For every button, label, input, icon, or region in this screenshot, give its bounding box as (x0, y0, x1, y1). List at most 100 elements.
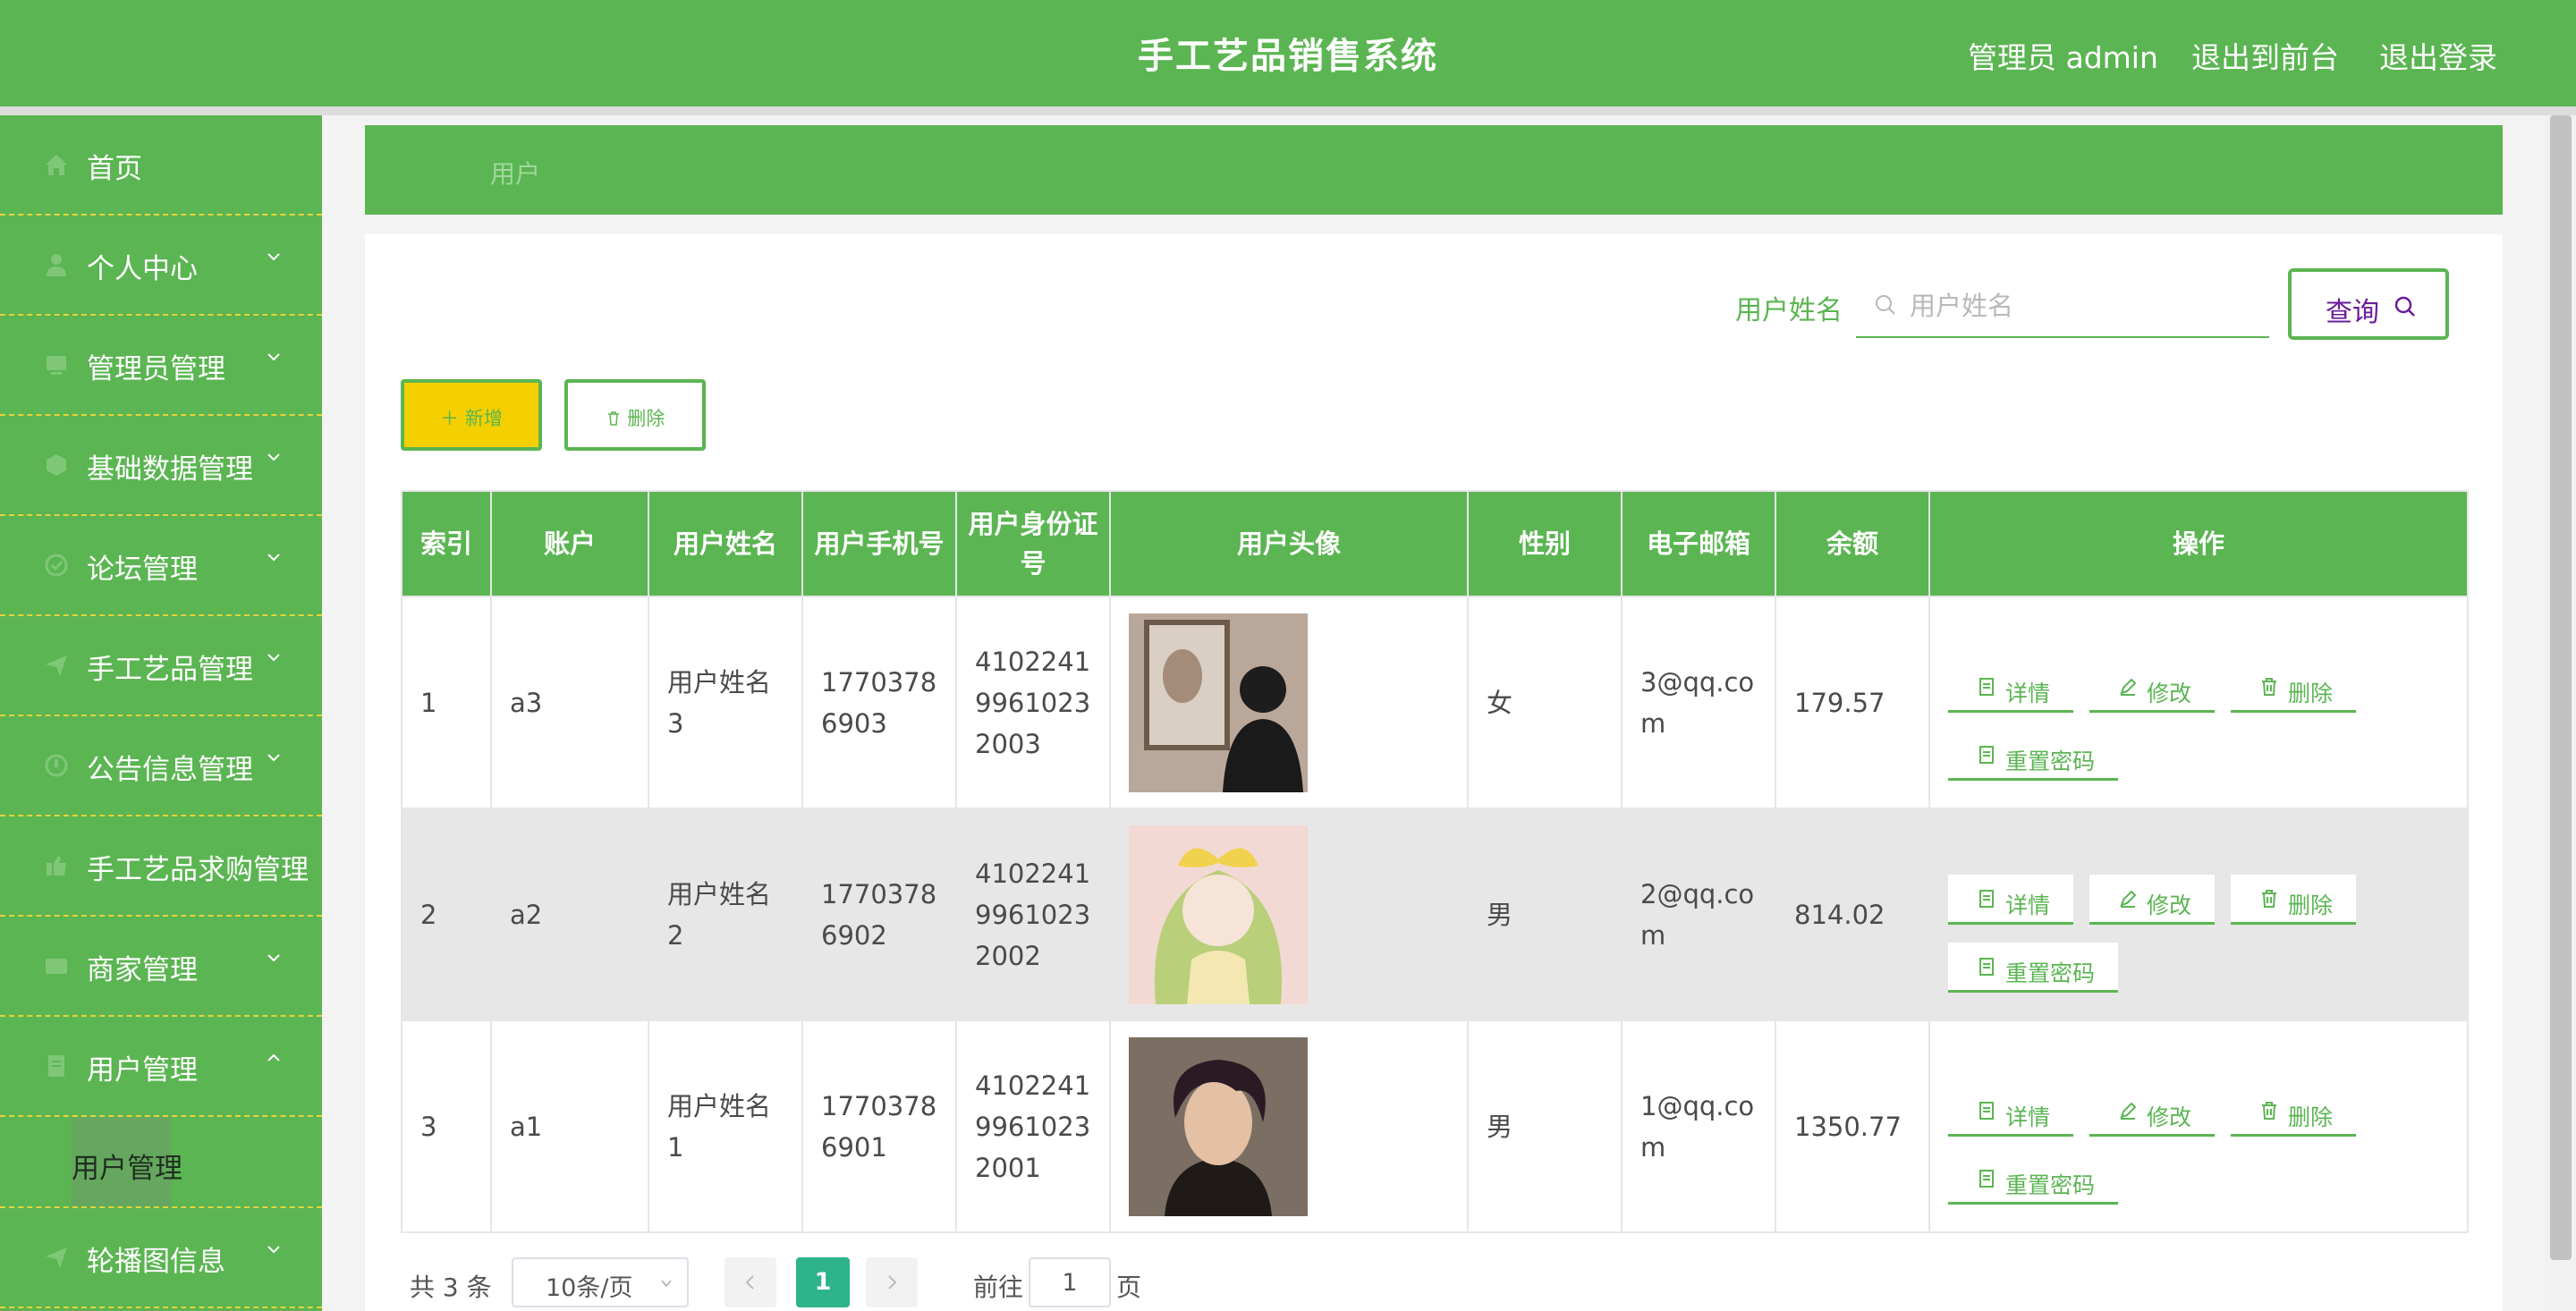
column-header: 用户姓名 (648, 490, 803, 597)
chevron-down-icon (267, 654, 280, 662)
document-icon (1979, 957, 1994, 976)
reset-password-button[interactable]: 重置密码 (1948, 731, 2118, 781)
cell-phone: 17703786902 (801, 808, 957, 1021)
chevron-down-icon (267, 1246, 280, 1254)
column-header: 索引 (401, 490, 492, 597)
chevron-up-icon (267, 1053, 280, 1061)
search-field (1856, 275, 2269, 338)
goto-page-input[interactable] (1029, 1257, 1111, 1307)
breadcrumb: 用户 (365, 125, 2503, 215)
edit-icon (2120, 890, 2137, 908)
cell-email: 3@qq.com (1621, 596, 1776, 809)
edit-icon (2120, 678, 2137, 696)
cell-phone: 17703786901 (801, 1019, 957, 1233)
delete-label: 删除 (2288, 892, 2334, 918)
sidebar-item-user-management[interactable]: 用户管理 (0, 1017, 322, 1117)
add-button-content: ＋ 新增 (404, 404, 538, 431)
user-icon (47, 254, 66, 276)
delete-row-button[interactable]: 删除 (2231, 874, 2356, 925)
delete-row-button[interactable]: 删除 (2231, 663, 2356, 713)
page-size-select[interactable]: 10条/页 (512, 1257, 689, 1307)
notice-icon (45, 754, 68, 777)
logout-link[interactable]: 退出登录 (2379, 34, 2497, 77)
cell-id-card: 410224199610232001 (955, 1019, 1111, 1233)
cell-id-card: 410224199610232002 (955, 808, 1111, 1021)
page-scrollbar-thumb[interactable] (2550, 115, 2572, 1260)
cell-account: a3 (490, 596, 649, 809)
edit-button[interactable]: 修改 (2089, 1087, 2215, 1137)
row-actions: 详情 修改 删除 重置密码 (1948, 627, 2449, 781)
submenu-user-management: 用户管理 (0, 1117, 322, 1208)
edit-button[interactable]: 修改 (2089, 663, 2215, 713)
cell-phone: 17703786903 (801, 596, 957, 809)
sidebar-item-carousel[interactable]: 轮播图信息 (0, 1208, 322, 1308)
cell-avatar (1109, 1019, 1469, 1233)
delete-button-label: 删除 (627, 408, 665, 429)
craft-icon (46, 656, 67, 676)
detail-button[interactable]: 详情 (1948, 874, 2073, 925)
reset-password-label: 重置密码 (2005, 960, 2096, 986)
cell-actions: 详情 修改 删除 重置密码 (1928, 808, 2469, 1021)
sidebar-item-label: 手工艺品求购管理 (87, 854, 309, 886)
prev-page-button[interactable] (724, 1257, 776, 1307)
page-number-current[interactable]: 1 (796, 1257, 850, 1307)
sidebar-item-merchant[interactable]: 商家管理 (0, 917, 322, 1017)
sidebar-item-label: 公告信息管理 (87, 754, 253, 786)
user-table: 索引 账户 用户姓名 用户手机号 用户身份证号 用户头像 性别 电子邮箱 余额 … (401, 490, 2469, 1233)
admin-icon (47, 356, 66, 375)
row-actions: 详情 修改 删除 重置密码 (1948, 839, 2449, 993)
column-header: 账户 (490, 490, 649, 597)
sidebar-item-basic-data[interactable]: 基础数据管理 (0, 416, 322, 516)
add-button[interactable]: ＋ 新增 (401, 379, 542, 451)
column-header: 用户手机号 (801, 490, 957, 597)
batch-delete-button[interactable]: 删除 (564, 379, 706, 451)
home-icon (46, 155, 67, 175)
sidebar: 首页 个人中心 管理员管理 基础数据管理 论坛管理 手工艺品管理 公告信息管理 … (0, 115, 322, 1311)
submenu-item-user-management[interactable]: 用户管理 (72, 1146, 182, 1186)
cell-account: a1 (490, 1019, 649, 1233)
sidebar-item-home[interactable]: 首页 (0, 115, 322, 216)
edit-label: 修改 (2147, 1104, 2192, 1130)
document-icon (1979, 677, 1994, 696)
cell-index: 2 (401, 808, 492, 1021)
sidebar-item-personal-center[interactable]: 个人中心 (0, 216, 322, 316)
back-to-frontend-link[interactable]: 退出到前台 (2191, 34, 2339, 77)
cell-avatar (1109, 596, 1469, 809)
data-icon (47, 454, 66, 476)
sidebar-item-admin-management[interactable]: 管理员管理 (0, 316, 322, 416)
query-button-label: 查询 (2326, 297, 2379, 328)
edit-button[interactable]: 修改 (2089, 874, 2215, 925)
reset-password-label: 重置密码 (2005, 748, 2096, 774)
pagination-total: 共 3 条 (410, 1273, 492, 1302)
next-page-button[interactable] (866, 1257, 918, 1307)
chevron-left-icon (745, 1275, 754, 1290)
sidebar-item-notice[interactable]: 公告信息管理 (0, 716, 322, 816)
goto-label: 前往 (973, 1273, 1024, 1302)
document-icon (1979, 1169, 1994, 1188)
avatar-image (1129, 613, 1308, 792)
sidebar-item-craft-management[interactable]: 手工艺品管理 (0, 616, 322, 716)
detail-button[interactable]: 详情 (1948, 663, 2073, 713)
document-icon (1979, 889, 1994, 908)
reset-password-button[interactable]: 重置密码 (1948, 1155, 2118, 1205)
cell-index: 1 (401, 596, 492, 809)
query-button[interactable]: 查询 (2288, 268, 2449, 340)
search-icon (1876, 295, 1895, 315)
reset-password-button[interactable]: 重置密码 (1948, 942, 2118, 993)
detail-button[interactable]: 详情 (1948, 1087, 2073, 1137)
delete-row-button[interactable]: 删除 (2231, 1087, 2356, 1137)
document-icon (1979, 1101, 1994, 1120)
delete-label: 删除 (2288, 1104, 2334, 1130)
detail-label: 详情 (2005, 680, 2051, 706)
sidebar-item-label: 用户管理 (87, 1054, 198, 1087)
search-input[interactable] (1908, 283, 2260, 329)
column-header: 电子邮箱 (1621, 490, 1776, 597)
merchant-icon (46, 959, 67, 974)
sidebar-item-craft-purchase[interactable]: 手工艺品求购管理 (0, 816, 322, 917)
reset-password-label: 重置密码 (2005, 1171, 2096, 1198)
sidebar-item-forum[interactable]: 论坛管理 (0, 516, 322, 616)
document-icon (1979, 745, 1994, 764)
cell-balance: 814.02 (1775, 808, 1930, 1021)
column-header: 用户头像 (1109, 490, 1469, 597)
row-actions: 详情 修改 删除 重置密码 (1948, 1051, 2449, 1205)
